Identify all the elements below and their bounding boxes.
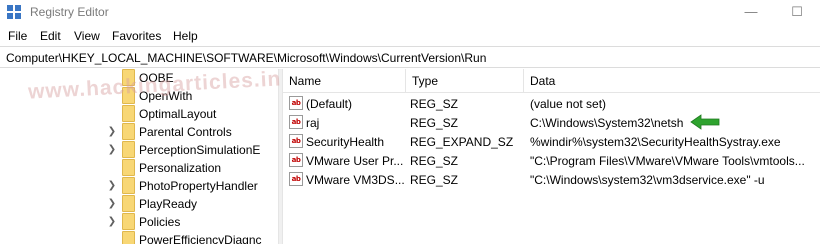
chevron-right-icon[interactable]: ❯ xyxy=(107,179,117,193)
string-value-icon: ab xyxy=(289,134,303,148)
chevron-right-icon[interactable]: ❯ xyxy=(107,125,117,139)
folder-icon xyxy=(122,123,135,140)
value-name: SecurityHealth xyxy=(306,135,385,149)
tree-item-label: Policies xyxy=(139,215,181,229)
string-value-icon: ab xyxy=(289,172,303,186)
tree-item-powerefficiency[interactable]: PowerEfficiencyDiagnc xyxy=(0,231,278,244)
value-name: (Default) xyxy=(306,97,353,111)
tree-item-perceptionsimulation[interactable]: ❯ PerceptionSimulationE xyxy=(0,141,278,159)
tree-item-photopropertyhandler[interactable]: ❯ PhotoPropertyHandler xyxy=(0,177,278,195)
menu-view[interactable]: View xyxy=(72,29,102,43)
tree-item-label: PhotoPropertyHandler xyxy=(139,179,258,193)
value-name: VMware VM3DS... xyxy=(306,173,404,187)
tree-item-optimallayout[interactable]: OptimalLayout xyxy=(0,105,278,123)
value-row-raj[interactable]: ab raj REG_SZ C:\Windows\System32\netsh xyxy=(283,113,820,132)
folder-icon xyxy=(122,159,135,176)
tree-item-label: PlayReady xyxy=(139,197,198,211)
column-header-name[interactable]: Name xyxy=(283,69,406,93)
folder-icon xyxy=(122,105,135,122)
tree-item-personalization[interactable]: Personalization xyxy=(0,159,278,177)
string-value-icon: ab xyxy=(289,153,303,167)
folder-icon xyxy=(122,87,135,104)
value-name: raj xyxy=(306,116,320,130)
value-data: %windir%\system32\SecurityHealthSystray.… xyxy=(530,135,781,149)
tree-item-parental-controls[interactable]: ❯ Parental Controls xyxy=(0,123,278,141)
value-row-securityhealth[interactable]: ab SecurityHealth REG_EXPAND_SZ %windir%… xyxy=(283,132,820,151)
tree-item-oobe[interactable]: OOBE xyxy=(0,69,278,87)
list-header: Name Type Data xyxy=(283,69,820,93)
minimize-button[interactable]: — xyxy=(728,0,774,26)
tree-item-playready[interactable]: ❯ PlayReady xyxy=(0,195,278,213)
maximize-button[interactable]: ☐ xyxy=(774,0,820,26)
string-value-icon: ab xyxy=(289,115,303,129)
tree-item-label: OptimalLayout xyxy=(139,107,217,121)
tree-item-policies[interactable]: ❯ Policies xyxy=(0,213,278,231)
folder-icon xyxy=(122,231,135,244)
menu-edit[interactable]: Edit xyxy=(38,29,63,43)
value-data: "C:\Program Files\VMware\VMware Tools\vm… xyxy=(530,154,805,168)
value-type: REG_SZ xyxy=(410,154,459,168)
tree-item-label: Personalization xyxy=(139,161,222,175)
folder-icon xyxy=(122,177,135,194)
green-arrow-icon xyxy=(690,114,720,130)
tree-item-label: OpenWith xyxy=(139,89,193,103)
tree-item-label: PowerEfficiencyDiagnc xyxy=(139,233,262,244)
menu-favorites[interactable]: Favorites xyxy=(110,29,163,43)
chevron-right-icon[interactable]: ❯ xyxy=(107,197,117,211)
menu-help[interactable]: Help xyxy=(171,29,200,43)
menu-bar: File Edit View Favorites Help xyxy=(0,27,820,47)
value-type: REG_SZ xyxy=(410,173,459,187)
value-data: "C:\Windows\system32\vm3dservice.exe" -u xyxy=(530,173,765,187)
folder-icon xyxy=(122,195,135,212)
column-header-data[interactable]: Data xyxy=(524,69,820,93)
folder-icon xyxy=(122,213,135,230)
menu-file[interactable]: File xyxy=(6,29,29,43)
key-tree[interactable]: OOBE OpenWith OptimalLayout ❯ Parental C… xyxy=(0,69,278,244)
window-title: Registry Editor xyxy=(30,5,109,19)
value-name: VMware User Pr... xyxy=(306,154,404,168)
value-row-vmware-user[interactable]: ab VMware User Pr... REG_SZ "C:\Program … xyxy=(283,151,820,170)
values-list[interactable]: Name Type Data ab (Default) REG_SZ (valu… xyxy=(283,69,820,244)
string-value-icon: ab xyxy=(289,96,303,110)
address-path[interactable]: Computer\HKEY_LOCAL_MACHINE\SOFTWARE\Mic… xyxy=(6,51,486,65)
tree-item-label: OOBE xyxy=(139,71,174,85)
folder-icon xyxy=(122,141,135,158)
value-data: (value not set) xyxy=(530,97,607,111)
title-bar: Registry Editor — ☐ xyxy=(0,0,820,26)
registry-editor-icon xyxy=(7,5,21,19)
value-type: REG_SZ xyxy=(410,97,459,111)
value-type: REG_EXPAND_SZ xyxy=(410,135,514,149)
value-row-default[interactable]: ab (Default) REG_SZ (value not set) xyxy=(283,94,820,113)
column-header-type[interactable]: Type xyxy=(406,69,524,93)
folder-icon xyxy=(122,69,135,86)
tree-item-label: PerceptionSimulationE xyxy=(139,143,261,157)
value-type: REG_SZ xyxy=(410,116,459,130)
chevron-right-icon[interactable]: ❯ xyxy=(107,215,117,229)
value-data: C:\Windows\System32\netsh xyxy=(530,116,684,130)
tree-item-label: Parental Controls xyxy=(139,125,232,139)
tree-item-openwith[interactable]: OpenWith xyxy=(0,87,278,105)
address-bar[interactable]: Computer\HKEY_LOCAL_MACHINE\SOFTWARE\Mic… xyxy=(0,46,820,68)
value-row-vmware-vm3d[interactable]: ab VMware VM3DS... REG_SZ "C:\Windows\sy… xyxy=(283,170,820,189)
chevron-right-icon[interactable]: ❯ xyxy=(107,143,117,157)
